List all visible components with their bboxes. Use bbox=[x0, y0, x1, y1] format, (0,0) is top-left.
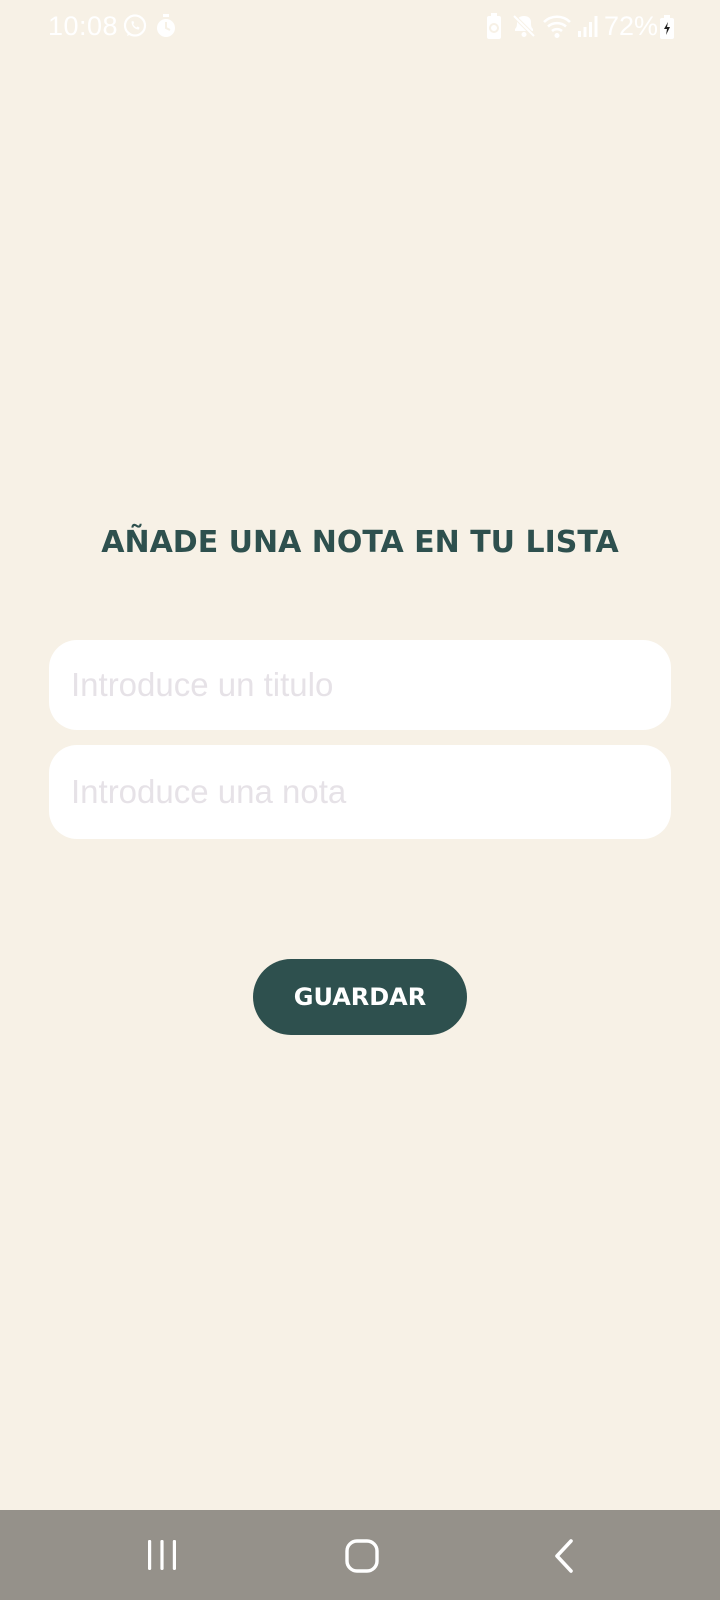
battery-icon bbox=[660, 15, 674, 39]
timer-icon bbox=[157, 14, 175, 37]
wifi-icon bbox=[543, 15, 571, 38]
signal-icon bbox=[578, 16, 598, 37]
battery-percent: 72% bbox=[604, 11, 659, 41]
recent-apps-icon bbox=[148, 1540, 176, 1570]
status-bar: 10:08 72% bbox=[0, 0, 720, 52]
back-icon bbox=[555, 1539, 573, 1573]
save-button[interactable]: GUARDAR bbox=[253, 959, 467, 1035]
whatsapp-icon bbox=[123, 14, 147, 37]
home-icon bbox=[345, 1539, 379, 1573]
note-input[interactable] bbox=[49, 745, 671, 839]
home-button[interactable] bbox=[302, 1510, 422, 1600]
back-button[interactable] bbox=[504, 1510, 624, 1600]
mute-icon bbox=[512, 14, 536, 38]
status-time: 10:08 bbox=[48, 11, 119, 41]
page-title: AÑADE UNA NOTA EN TU LISTA bbox=[101, 525, 619, 560]
recent-apps-button[interactable] bbox=[101, 1510, 221, 1600]
navigation-bar bbox=[0, 1510, 720, 1600]
title-input[interactable] bbox=[49, 640, 671, 730]
battery-saver-icon bbox=[487, 13, 501, 39]
